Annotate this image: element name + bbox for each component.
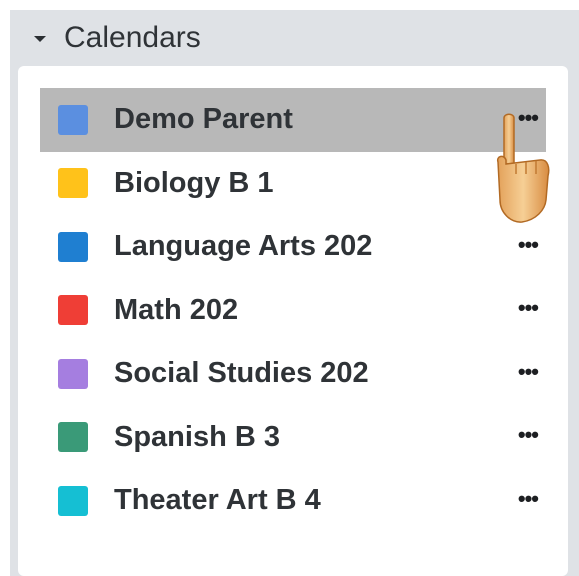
calendar-item-label: Math 202 xyxy=(114,293,239,326)
calendar-item-demo-parent[interactable]: Demo Parent ••• xyxy=(40,88,546,152)
calendar-item-spanish-b-3[interactable]: Spanish B 3 ••• xyxy=(40,406,546,470)
calendar-item-label: Social Studies 202 xyxy=(114,357,369,390)
more-options-icon[interactable]: ••• xyxy=(518,487,539,510)
calendar-item-label: Theater Art B 4 xyxy=(114,484,321,517)
calendar-color-swatch xyxy=(58,485,88,516)
more-options-icon[interactable]: ••• xyxy=(518,424,539,446)
calendar-color-swatch xyxy=(58,231,88,262)
panel-title: Calendars xyxy=(64,21,201,54)
calendar-item-label: Language Arts 202 xyxy=(114,230,373,263)
calendar-color-swatch xyxy=(58,104,88,135)
calendar-item-social-studies-202[interactable]: Social Studies 202 ••• xyxy=(40,342,546,406)
more-options-icon[interactable]: ••• xyxy=(518,106,539,129)
calendar-item-label: Demo Parent xyxy=(114,103,293,136)
calendar-item-theater-art-b-4[interactable]: Theater Art B 4 ••• xyxy=(40,469,546,533)
calendar-list: Demo Parent ••• Biology B 1 Language Art… xyxy=(40,88,546,533)
calendar-color-swatch xyxy=(58,295,88,326)
more-options-icon[interactable]: ••• xyxy=(518,360,539,383)
calendar-color-swatch xyxy=(58,422,88,453)
more-options-icon[interactable]: ••• xyxy=(518,297,539,319)
calendar-item-label: Spanish B 3 xyxy=(114,420,280,453)
calendars-list-container: Demo Parent ••• Biology B 1 Language Art… xyxy=(18,66,568,576)
calendar-item-label: Biology B 1 xyxy=(114,166,274,199)
calendar-color-swatch xyxy=(58,168,88,199)
calendar-item-language-arts-202[interactable]: Language Arts 202 ••• xyxy=(40,215,546,279)
calendars-panel: Calendars Demo Parent ••• Biology B 1 La… xyxy=(10,10,579,576)
calendars-header[interactable]: Calendars xyxy=(10,10,579,66)
more-options-icon[interactable]: ••• xyxy=(518,233,539,256)
calendar-item-math-202[interactable]: Math 202 ••• xyxy=(40,279,546,343)
caret-down-icon[interactable] xyxy=(34,36,46,42)
calendar-color-swatch xyxy=(58,358,88,389)
calendar-item-biology-b-1[interactable]: Biology B 1 xyxy=(40,152,546,216)
